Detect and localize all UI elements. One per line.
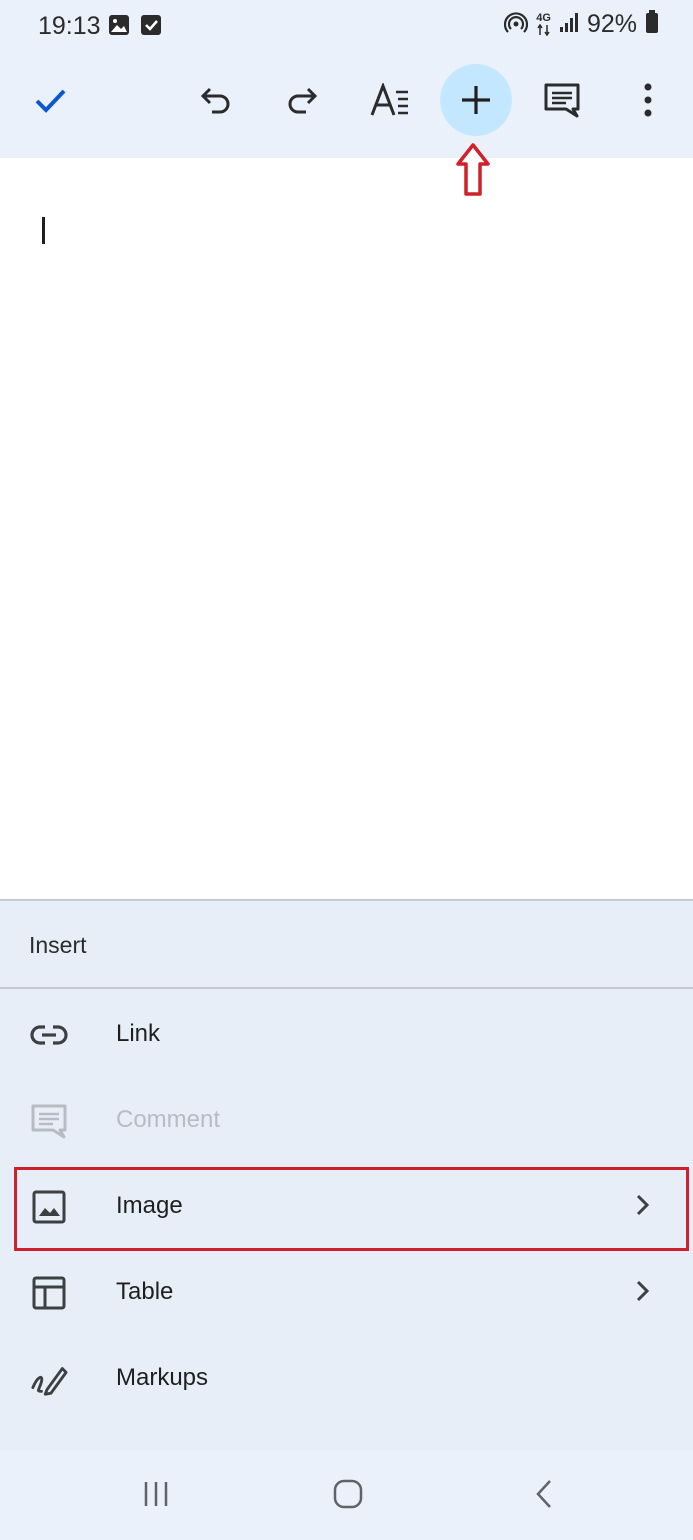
plus-icon — [459, 83, 493, 117]
network-4g-icon: 4G — [536, 13, 551, 36]
comment-button[interactable] — [526, 64, 598, 136]
chevron-right-icon — [633, 1279, 651, 1308]
recents-icon — [142, 1480, 170, 1513]
system-nav-bar — [0, 1451, 693, 1540]
menu-item-label: Link — [116, 1020, 161, 1047]
menu-item-comment: Comment — [0, 1077, 693, 1163]
document-canvas[interactable] — [0, 158, 693, 899]
sheet-title: Insert — [29, 932, 87, 958]
comment-icon — [543, 82, 581, 118]
insert-button[interactable] — [440, 64, 512, 136]
menu-item-label: Markups — [116, 1364, 209, 1391]
check-notification-icon — [140, 14, 162, 41]
table-icon — [30, 1274, 68, 1312]
menu-item-link[interactable]: Link — [0, 991, 693, 1077]
more-options-button[interactable] — [612, 64, 684, 136]
undo-icon — [199, 83, 233, 117]
status-time: 19:13 — [38, 12, 101, 40]
redo-icon — [285, 83, 319, 117]
check-icon — [32, 82, 68, 118]
signal-icon — [559, 11, 579, 38]
back-button[interactable] — [524, 1479, 564, 1513]
markup-pen-icon — [30, 1360, 68, 1398]
image-notification-icon — [108, 14, 130, 41]
redo-button[interactable] — [266, 64, 338, 136]
status-bar: 19:13 4G 92% — [0, 0, 693, 52]
sheet-header: Insert — [0, 901, 693, 989]
undo-button[interactable] — [180, 64, 252, 136]
battery-percent: 92% — [586, 10, 637, 38]
done-button[interactable] — [14, 64, 86, 136]
back-icon — [534, 1479, 554, 1514]
text-cursor — [42, 217, 45, 244]
menu-item-label: Comment — [116, 1106, 221, 1133]
more-vert-icon — [643, 83, 653, 117]
battery-icon — [645, 10, 659, 39]
annotation-highlight-box — [14, 1167, 689, 1251]
network-label: 4G — [536, 12, 551, 24]
text-format-icon — [370, 83, 410, 117]
menu-item-table[interactable]: Table — [0, 1249, 693, 1335]
comment-icon — [30, 1102, 68, 1140]
hotspot-icon — [504, 10, 529, 39]
text-format-button[interactable] — [354, 64, 426, 136]
recents-button[interactable] — [136, 1479, 176, 1513]
home-icon — [333, 1479, 363, 1514]
top-app-bar: 19:13 4G 92% — [0, 0, 693, 158]
link-icon — [30, 1016, 68, 1054]
menu-item-markups[interactable]: Markups — [0, 1335, 693, 1421]
insert-bottom-sheet: Insert Link Comment Image Table Markups — [0, 899, 693, 1451]
home-button[interactable] — [328, 1479, 368, 1513]
menu-item-label: Table — [116, 1278, 174, 1305]
